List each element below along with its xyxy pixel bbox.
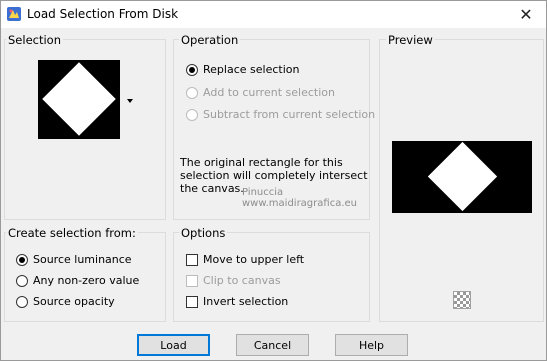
radio-button[interactable] xyxy=(16,253,28,266)
options-group-title: Options xyxy=(179,226,228,240)
checkbox-invert-selection[interactable]: Invert selection xyxy=(186,295,288,308)
checkbox[interactable] xyxy=(186,253,198,266)
radio-source-opacity[interactable]: Source opacity xyxy=(16,295,115,308)
watermark-line2: www.maidiragrafica.eu xyxy=(242,198,357,209)
window-title: Load Selection From Disk xyxy=(27,7,179,21)
diamond-shape xyxy=(42,62,116,136)
checkbox-clip-to-canvas[interactable]: Clip to canvas xyxy=(186,274,281,287)
radio-button[interactable] xyxy=(186,108,198,121)
radio-button[interactable] xyxy=(186,86,198,99)
app-icon xyxy=(7,7,21,21)
checkerboard-icon[interactable] xyxy=(453,291,471,309)
radio-button[interactable] xyxy=(16,274,28,287)
checkbox[interactable] xyxy=(186,295,198,308)
selection-group-title: Selection xyxy=(6,33,63,47)
checkbox[interactable] xyxy=(186,274,198,287)
radio-add-to-selection[interactable]: Add to current selection xyxy=(186,86,335,99)
watermark-line1: Pinuccia xyxy=(242,187,284,198)
title-bar: Load Selection From Disk ✕ xyxy=(1,1,546,28)
radio-replace-selection[interactable]: Replace selection xyxy=(186,63,299,76)
checkbox-move-upper-left[interactable]: Move to upper left xyxy=(186,253,304,266)
radio-any-non-zero[interactable]: Any non-zero value xyxy=(16,274,139,287)
selection-thumbnail[interactable] xyxy=(38,60,120,139)
watermark: Pinuccia www.maidiragrafica.eu xyxy=(198,187,368,219)
chevron-down-icon[interactable] xyxy=(127,99,133,103)
radio-label: Any non-zero value xyxy=(33,274,140,287)
create-from-group-title: Create selection from: xyxy=(6,226,138,240)
radio-button[interactable] xyxy=(186,63,198,76)
cancel-button[interactable]: Cancel xyxy=(236,334,309,356)
operation-group-title: Operation xyxy=(179,33,241,47)
load-button[interactable]: Load xyxy=(137,334,210,356)
preview-group-title: Preview xyxy=(386,33,435,47)
radio-source-luminance[interactable]: Source luminance xyxy=(16,253,132,266)
checkbox-label: Clip to canvas xyxy=(203,274,281,287)
radio-label: Source luminance xyxy=(33,253,132,266)
help-button[interactable]: Help xyxy=(335,334,408,356)
preview-diamond xyxy=(427,141,498,212)
radio-label: Source opacity xyxy=(33,295,115,308)
dialog-window: Load Selection From Disk ✕ Selection Ope… xyxy=(0,0,547,361)
preview-canvas xyxy=(392,141,532,213)
checkbox-label: Invert selection xyxy=(203,295,289,308)
radio-subtract-selection[interactable]: Subtract from current selection xyxy=(186,108,375,121)
radio-label: Subtract from current selection xyxy=(203,108,376,121)
checkbox-label: Move to upper left xyxy=(203,253,305,266)
radio-label: Add to current selection xyxy=(203,86,335,99)
radio-button[interactable] xyxy=(16,295,28,308)
close-icon[interactable]: ✕ xyxy=(506,1,546,28)
radio-label: Replace selection xyxy=(203,63,300,76)
